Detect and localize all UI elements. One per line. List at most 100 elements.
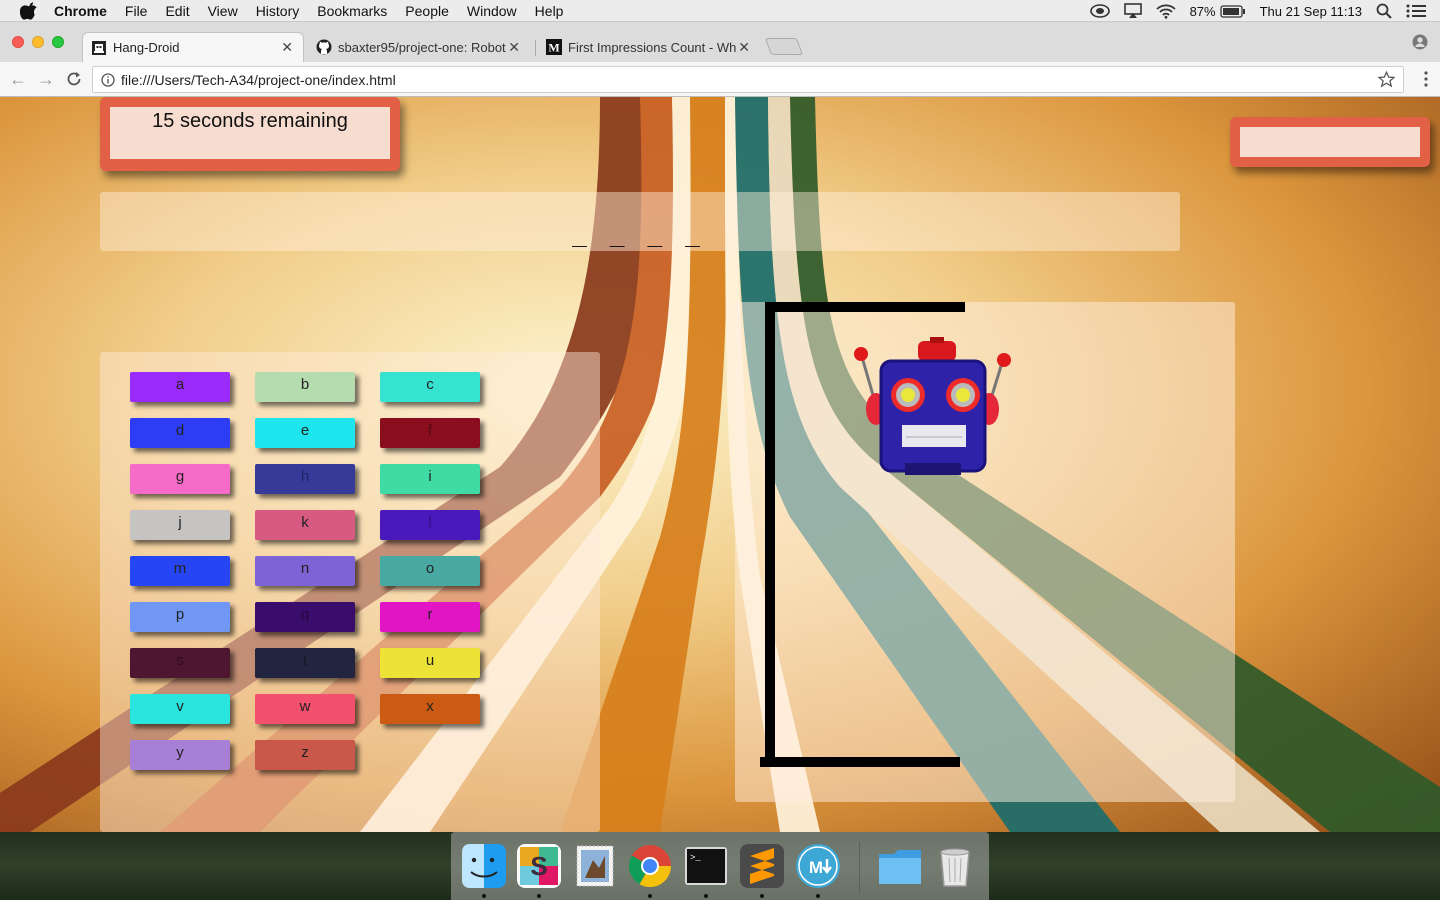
letter-button-e[interactable]: e [255, 418, 355, 448]
timer-display: 15 seconds remaining [110, 107, 390, 159]
markdown-icon[interactable]: M [794, 842, 842, 890]
menu-people[interactable]: People [405, 3, 449, 19]
letter-button-i[interactable]: i [380, 464, 480, 494]
svg-text:>_: >_ [690, 853, 701, 863]
tab-separator [535, 40, 536, 56]
page-content: 15 seconds remaining _ _ _ _ abc def ghi jk… [0, 97, 1440, 832]
medium-icon: M [546, 39, 562, 55]
tab-title: First Impressions Count - Why [568, 39, 736, 55]
dock: S >_ M [451, 832, 989, 900]
letter-button-y[interactable]: y [130, 740, 230, 770]
dock-running-indicator [704, 894, 708, 898]
browser-toolbar: ← → file:///Users/Tech-A34/project-one/i… [0, 62, 1440, 97]
close-window-button[interactable] [12, 36, 24, 48]
url-text: file:///Users/Tech-A34/project-one/index… [121, 71, 396, 88]
page-info-icon[interactable] [101, 72, 115, 87]
tab-title: sbaxter95/project-one: Robot [338, 39, 506, 55]
slack-icon[interactable]: S [515, 842, 563, 890]
dock-running-indicator [482, 894, 486, 898]
tab-medium-article[interactable]: M First Impressions Count - Why ✕ [538, 32, 760, 62]
svg-text:S: S [530, 851, 547, 881]
letter-button-v[interactable]: v [130, 694, 230, 724]
github-icon [316, 39, 332, 55]
gallows-base [760, 757, 960, 767]
gallows-panel [735, 302, 1235, 802]
letter-button-g[interactable]: g [130, 464, 230, 494]
letter-button-t[interactable]: t [255, 648, 355, 678]
letter-button-z[interactable]: z [255, 740, 355, 770]
dock-running-indicator [537, 894, 541, 898]
menu-edit[interactable]: Edit [165, 3, 189, 19]
apple-logo-icon[interactable] [20, 1, 38, 20]
menu-app-name[interactable]: Chrome [54, 3, 107, 19]
folder-icon[interactable] [876, 842, 924, 890]
letter-button-w[interactable]: w [255, 694, 355, 724]
dock-running-indicator [648, 894, 652, 898]
battery-icon[interactable] [1219, 4, 1246, 18]
letter-button-o[interactable]: o [380, 556, 480, 586]
score-display [1240, 127, 1420, 157]
robot-favicon-icon [92, 40, 106, 55]
address-bar[interactable]: file:///Users/Tech-A34/project-one/index… [92, 66, 1404, 93]
letter-button-p[interactable]: p [130, 602, 230, 632]
clock[interactable]: Thu 21 Sep 11:13 [1260, 4, 1362, 19]
letter-button-d[interactable]: d [130, 418, 230, 448]
letter-button-q[interactable]: q [255, 602, 355, 632]
letter-button-u[interactable]: u [380, 648, 480, 678]
finder-icon[interactable] [460, 842, 508, 890]
letter-button-c[interactable]: c [380, 372, 480, 402]
spotlight-search-icon[interactable] [1376, 3, 1392, 19]
svg-text:M: M [809, 858, 823, 877]
letter-button-n[interactable]: n [255, 556, 355, 586]
menu-help[interactable]: Help [535, 3, 564, 19]
letter-button-h[interactable]: h [255, 464, 355, 494]
new-tab-button[interactable] [764, 38, 804, 55]
sublime-text-icon[interactable] [738, 842, 786, 890]
tab-hang-droid[interactable]: Hang-Droid ✕ [82, 32, 304, 62]
tab-close-icon[interactable]: ✕ [281, 39, 293, 56]
menu-file[interactable]: File [125, 3, 148, 19]
svg-text:M: M [548, 41, 559, 55]
wifi-icon[interactable] [1155, 4, 1176, 19]
letter-button-m[interactable]: m [130, 556, 230, 586]
gallows-post [765, 302, 775, 762]
trash-icon[interactable] [931, 842, 979, 890]
letter-button-f[interactable]: f [380, 418, 480, 448]
dock-running-indicator [760, 894, 764, 898]
letter-button-b[interactable]: b [255, 372, 355, 402]
terminal-icon[interactable]: >_ [682, 842, 730, 890]
letter-button-s[interactable]: s [130, 648, 230, 678]
letter-button-a[interactable]: a [130, 372, 230, 402]
letter-button-x[interactable]: x [380, 694, 480, 724]
creative-cloud-icon[interactable] [1089, 4, 1110, 18]
bookmark-star-icon[interactable] [1378, 71, 1395, 88]
airplay-icon[interactable] [1123, 3, 1142, 19]
letter-button-j[interactable]: j [130, 510, 230, 540]
minimize-window-button[interactable] [32, 36, 44, 48]
back-arrow-icon[interactable]: ← [8, 69, 28, 89]
reload-icon[interactable] [64, 69, 84, 89]
menu-bar: Chrome File Edit View History Bookmarks … [0, 0, 1440, 22]
zoom-window-button[interactable] [52, 36, 64, 48]
robot-head-icon [854, 337, 1011, 475]
letter-button-r[interactable]: r [380, 602, 480, 632]
word-blanks: _ _ _ _ [572, 220, 708, 250]
menu-window[interactable]: Window [467, 3, 517, 19]
chrome-menu-icon[interactable] [1424, 71, 1428, 87]
profile-icon[interactable] [1412, 34, 1428, 50]
tab-github-project[interactable]: sbaxter95/project-one: Robot ✕ [308, 32, 530, 62]
letter-button-k[interactable]: k [255, 510, 355, 540]
tab-close-icon[interactable]: ✕ [738, 39, 750, 56]
dock-separator [859, 842, 860, 892]
mail-icon[interactable] [571, 842, 619, 890]
dock-running-indicator [816, 894, 820, 898]
forward-arrow-icon[interactable]: → [36, 69, 56, 89]
letter-button-l[interactable]: l [380, 510, 480, 540]
menu-history[interactable]: History [256, 3, 300, 19]
tab-close-icon[interactable]: ✕ [508, 39, 520, 56]
tab-strip: Hang-Droid ✕ sbaxter95/project-one: Robo… [0, 22, 1440, 62]
chrome-icon[interactable] [626, 842, 674, 890]
notification-center-icon[interactable] [1406, 4, 1426, 18]
menu-view[interactable]: View [208, 3, 238, 19]
menu-bookmarks[interactable]: Bookmarks [317, 3, 387, 19]
